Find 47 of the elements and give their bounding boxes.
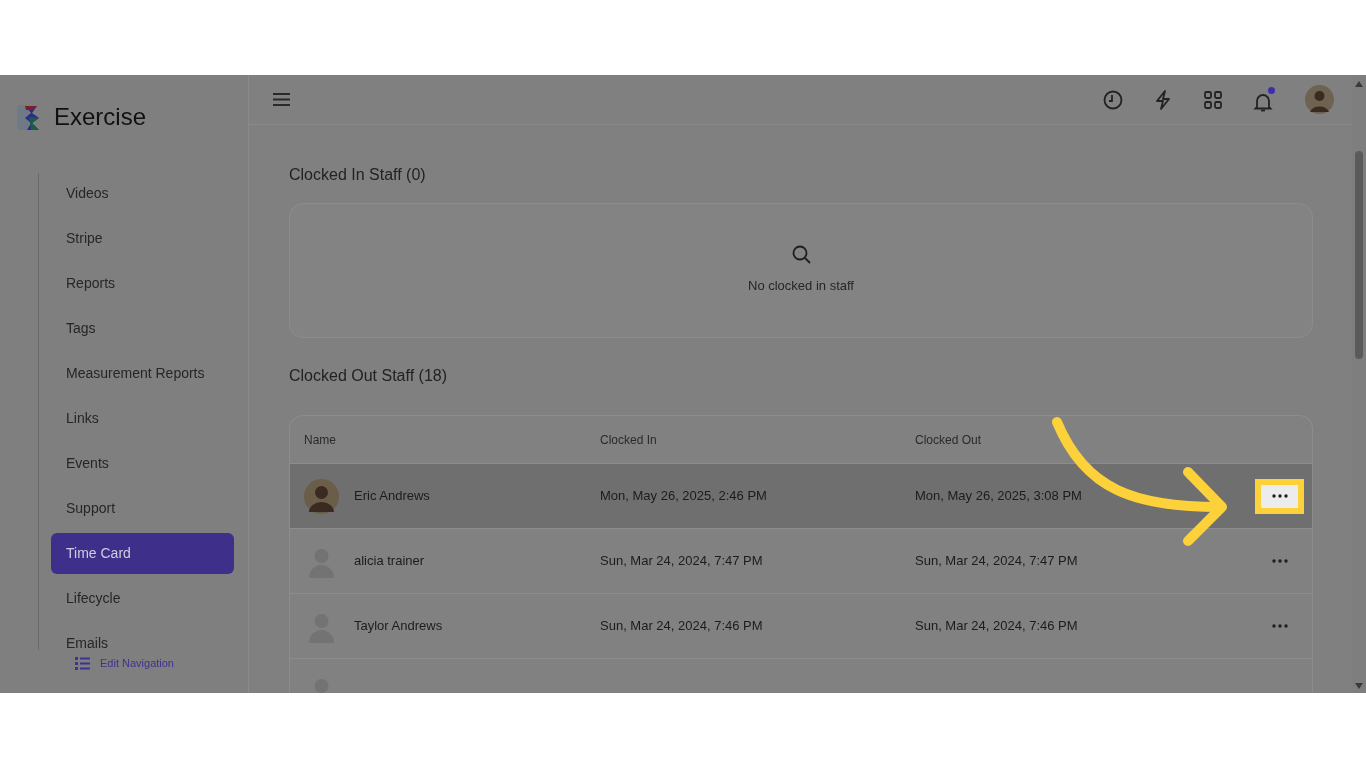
- section-title: Clocked In Staff (0): [289, 165, 427, 185]
- sidebar-item[interactable]: Emails: [51, 623, 234, 650]
- user-avatar: [304, 478, 339, 514]
- lightning-icon[interactable]: [1153, 89, 1173, 110]
- sidebar-item[interactable]: Support: [51, 488, 234, 529]
- ellipsis-icon: [1271, 624, 1288, 628]
- staff-name: alicia trainer: [354, 552, 425, 571]
- clock-out-time: Sun, Mar 24, 2024, 7:47 PM: [915, 553, 1078, 569]
- column-header: Name: [304, 432, 336, 447]
- sidebar-item[interactable]: Lifecycle: [51, 578, 234, 619]
- sidebar-item[interactable]: Measurement Reports: [51, 353, 234, 394]
- clock-in-time: Sun, Mar 24, 2024, 7:46 PM: [600, 618, 763, 634]
- sidebar-item[interactable]: Videos: [51, 173, 234, 214]
- staff-name: Taylor Andrews: [354, 617, 443, 636]
- table-row[interactable]: Eric Andrews Mon, May 26, 2025, 2:46 PM Mon, May 26, 2025, 3:08 PM: [290, 464, 1312, 529]
- clock-in-time: Mon, May 26, 2025, 2:46 PM: [600, 488, 767, 504]
- clock-icon[interactable]: [1103, 89, 1123, 110]
- empty-message: No clocked in staff: [748, 277, 854, 296]
- menu-icon[interactable]: [273, 93, 290, 106]
- scroll-up-icon[interactable]: [1354, 80, 1364, 88]
- ellipsis-icon: [1271, 494, 1288, 498]
- column-header: Clocked In: [600, 432, 657, 447]
- more-options-button[interactable]: [1261, 484, 1298, 508]
- sidebar-item[interactable]: Links: [51, 398, 234, 439]
- scroll-down-icon[interactable]: [1354, 682, 1364, 690]
- search-icon: [791, 245, 811, 265]
- bell-icon[interactable]: [1253, 91, 1273, 112]
- sidebar-item[interactable]: Tags: [51, 308, 234, 349]
- column-header: Clocked Out: [915, 432, 982, 447]
- table-row[interactable]: alicia trainer Sun, Mar 24, 2024, 7:47 PM Sun, Mar 24, 2024, 7:47 PM: [290, 529, 1312, 594]
- sidebar-item[interactable]: Reports: [51, 263, 234, 304]
- ellipsis-icon: [1271, 559, 1288, 563]
- sidebar-item[interactable]: Stripe: [51, 218, 234, 259]
- brand-name: Exercise: [54, 102, 147, 132]
- clock-in-time: Sun, Mar 24, 2024, 7:47 PM: [600, 553, 763, 569]
- sidebar-item[interactable]: Time Card: [51, 533, 234, 574]
- scroll-thumb[interactable]: [1355, 151, 1363, 359]
- clock-out-time: Mon, May 26, 2025, 3:08 PM: [915, 488, 1082, 504]
- list-icon: [75, 656, 90, 670]
- table-row[interactable]: Taylor Andrews Sun, Mar 24, 2024, 7:46 PM Sun, Mar 24, 2024, 7:46 PM: [290, 594, 1312, 659]
- section-title: Clocked Out Staff (18): [289, 366, 448, 386]
- staff-name: Eric Andrews: [354, 487, 430, 506]
- user-avatar[interactable]: [1305, 85, 1334, 114]
- edit-navigation-link[interactable]: Edit Navigation: [75, 655, 248, 672]
- sidebar-item[interactable]: Events: [51, 443, 234, 484]
- clock-out-time: Sun, Mar 24, 2024, 7:46 PM: [915, 618, 1078, 634]
- grid-icon[interactable]: [1203, 89, 1223, 110]
